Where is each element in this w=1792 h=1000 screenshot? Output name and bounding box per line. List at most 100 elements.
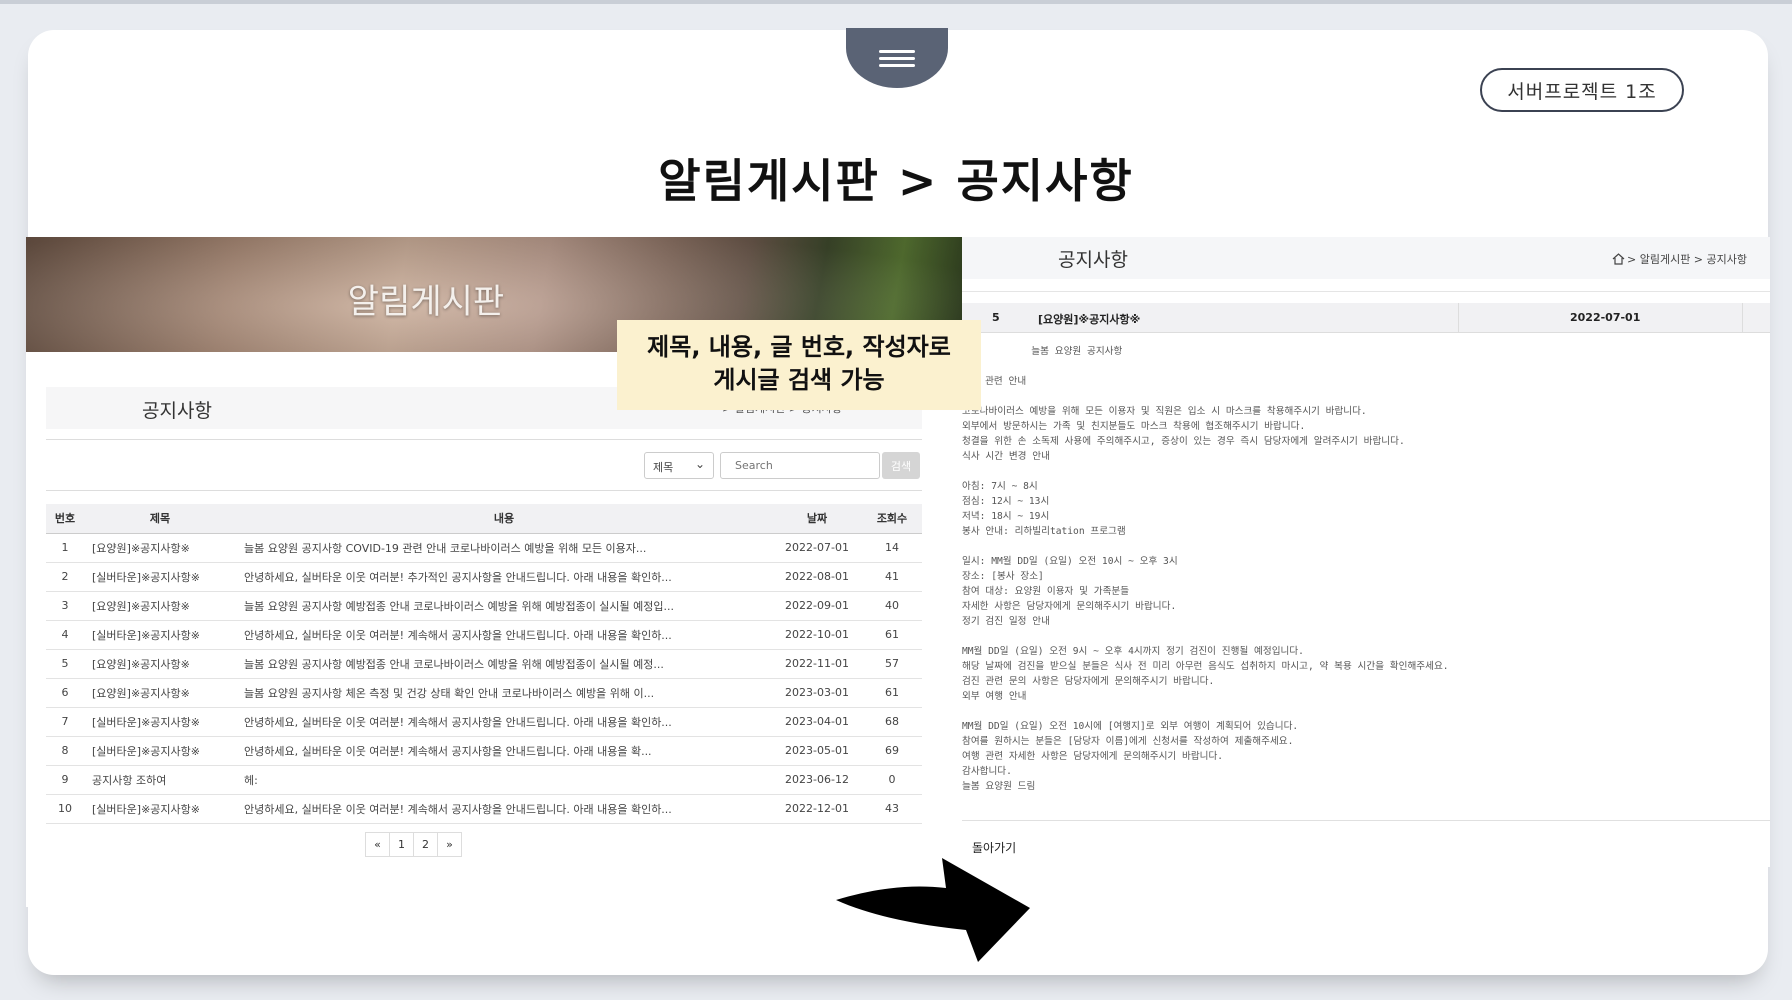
post-number: 5 <box>992 311 1000 324</box>
row-views: 0 <box>862 765 922 795</box>
pagination: « 1 2 » <box>365 832 462 857</box>
row-title[interactable]: [요양원]※공지사항※ <box>84 533 236 563</box>
row-content[interactable]: 늘봄 요양원 공지사항 체온 측정 및 건강 상태 확인 안내 코로나바이러스 … <box>236 678 772 708</box>
table-row[interactable]: 6 [요양원]※공지사항※ 늘봄 요양원 공지사항 체온 측정 및 건강 상태 확인… <box>46 678 922 708</box>
post-body-line: 검진 관련 문의 사항은 담당자에게 문의해주시기 바랍니다. <box>962 676 1215 687</box>
row-content[interactable]: 늘봄 요양원 공지사항 예방접종 안내 코로나바이러스 예방을 위해 예방접종이… <box>236 591 772 621</box>
row-date: 2022-11-01 <box>772 649 862 679</box>
post-body-line <box>962 464 1762 479</box>
row-title[interactable]: [요양원]※공지사항※ <box>84 649 236 679</box>
callout-line-2: 게시글 검색 가능 <box>713 366 885 394</box>
row-views: 40 <box>862 591 922 621</box>
post-body-line <box>962 389 1762 404</box>
table-row[interactable]: 10 [실버타운]※공지사항※ 안녕하세요, 실버타운 이웃 여러분! 계속해서 공… <box>46 794 922 824</box>
arrow-icon <box>836 858 1030 962</box>
row-no: 2 <box>46 562 84 592</box>
post-body-line: 여행 관련 자세한 사항은 담당자에게 문의해주시기 바랍니다. <box>962 751 1224 762</box>
row-views: 57 <box>862 649 922 679</box>
row-content[interactable]: 안녕하세요, 실버타운 이웃 여러분! 추가적인 공지사항을 안내드립니다. 아… <box>236 562 772 592</box>
post-body-line: 정기 검진 일정 안내 <box>962 616 1050 627</box>
table-row[interactable]: 5 [요양원]※공지사항※ 늘봄 요양원 공지사항 예방접종 안내 코로나바이러스 … <box>46 649 922 679</box>
divider <box>962 820 1770 821</box>
post-body-line: 해당 날짜에 검진을 받으실 분들은 식사 전 미리 아무런 음식도 섭취하지 … <box>962 661 1449 672</box>
detail-section-header: 공지사항 > 알림게시판 > 공지사항 <box>962 237 1770 279</box>
post-body-line: 점심: 12시 ~ 13시 <box>962 496 1050 507</box>
post-body-line: 식사 시간 변경 안내 <box>962 451 1050 462</box>
post-header-row: 5 [요양원]※공지사항※ 2022-07-01 <box>962 303 1770 333</box>
row-title[interactable]: [실버타운]※공지사항※ <box>84 620 236 650</box>
table-row[interactable]: 9 공지사항 조하여 헤: 2023-06-12 0 <box>46 765 922 795</box>
row-title[interactable]: [요양원]※공지사항※ <box>84 591 236 621</box>
row-date: 2022-12-01 <box>772 794 862 824</box>
table-row[interactable]: 2 [실버타운]※공지사항※ 안녕하세요, 실버타운 이웃 여러분! 추가적인 공지… <box>46 562 922 592</box>
search-callout: 제목, 내용, 글 번호, 작성자로 게시글 검색 가능 <box>617 320 981 410</box>
post-body-line: 참여 대상: 요양원 이용자 및 가족분들 <box>962 586 1130 597</box>
row-no: 7 <box>46 707 84 737</box>
home-icon[interactable] <box>1612 253 1625 265</box>
search-input[interactable] <box>720 452 880 479</box>
row-content[interactable]: 안녕하세요, 실버타운 이웃 여러분! 계속해서 공지사항을 안내드립니다. 아… <box>236 620 772 650</box>
select-value: 제목 <box>653 461 674 474</box>
row-date: 2023-06-12 <box>772 765 862 795</box>
row-title[interactable]: [요양원]※공지사항※ <box>84 678 236 708</box>
chevron-down-icon: ⌄ <box>694 457 705 471</box>
pagination-page-2[interactable]: 2 <box>413 832 438 857</box>
row-content[interactable]: 늘봄 요양원 공지사항 예방접종 안내 코로나바이러스 예방을 위해 예방접종이… <box>236 649 772 679</box>
row-date: 2023-03-01 <box>772 678 862 708</box>
row-title[interactable]: [실버타운]※공지사항※ <box>84 562 236 592</box>
table-row[interactable]: 7 [실버타운]※공지사항※ 안녕하세요, 실버타운 이웃 여러분! 계속해서 공지… <box>46 707 922 737</box>
row-date: 2023-05-01 <box>772 736 862 766</box>
pagination-next[interactable]: » <box>437 832 462 857</box>
pagination-prev[interactable]: « <box>365 832 390 857</box>
post-body-line: 청결을 위한 손 소독제 사용에 주의해주시고, 증상이 있는 경우 즉시 담당… <box>962 436 1405 447</box>
row-title[interactable]: 공지사항 조하여 <box>84 765 236 795</box>
post-body-line: 참여를 원하시는 분들은 [담당자 이름]에게 신청서를 작성하여 제출해주세요… <box>962 736 1294 747</box>
row-no: 5 <box>46 649 84 679</box>
search-button[interactable]: 검색 <box>882 452 920 479</box>
post-body: 늘봄 요양원 공지사항 -19 관련 안내 코로나바이러스 예방을 위해 모든 … <box>962 344 1762 794</box>
row-content[interactable]: 늘봄 요양원 공지사항 COVID-19 관련 안내 코로나바이러스 예방을 위… <box>236 533 772 563</box>
search-field-select[interactable]: 제목 ⌄ <box>644 452 714 479</box>
slide-title: 알림게시판 > 공지사항 <box>658 154 1134 208</box>
row-views: 43 <box>862 794 922 824</box>
table-row[interactable]: 8 [실버타운]※공지사항※ 안녕하세요, 실버타운 이웃 여러분! 계속해서 공지… <box>46 736 922 766</box>
row-title[interactable]: [실버타운]※공지사항※ <box>84 736 236 766</box>
row-title[interactable]: [실버타운]※공지사항※ <box>84 794 236 824</box>
row-views: 61 <box>862 678 922 708</box>
top-border <box>0 0 1792 4</box>
post-body-line: -19 관련 안내 <box>962 376 1027 387</box>
col-header-views: 조회수 <box>862 504 922 534</box>
row-content[interactable]: 헤: <box>236 765 772 795</box>
col-header-title: 제목 <box>84 504 236 534</box>
table-row[interactable]: 4 [실버타운]※공지사항※ 안녕하세요, 실버타운 이웃 여러분! 계속해서 공지… <box>46 620 922 650</box>
row-title[interactable]: [실버타운]※공지사항※ <box>84 707 236 737</box>
team-badge: 서버프로젝트 1조 <box>1480 68 1684 112</box>
post-body-line <box>962 629 1762 644</box>
row-date: 2022-08-01 <box>772 562 862 592</box>
divider <box>962 291 1770 292</box>
search-bar: 제목 ⌄ 검색 <box>46 451 922 481</box>
row-date: 2022-07-01 <box>772 533 862 563</box>
row-date: 2023-04-01 <box>772 707 862 737</box>
divider <box>46 490 922 491</box>
row-content[interactable]: 안녕하세요, 실버타운 이웃 여러분! 계속해서 공지사항을 안내드립니다. 아… <box>236 707 772 737</box>
table-row[interactable]: 3 [요양원]※공지사항※ 늘봄 요양원 공지사항 예방접종 안내 코로나바이러스 … <box>46 591 922 621</box>
post-body-line: MM월 DD일 (요일) 오전 10시에 [여행지]로 외부 여행이 계획되어 … <box>962 721 1299 732</box>
row-views: 69 <box>862 736 922 766</box>
row-content[interactable]: 안녕하세요, 실버타운 이웃 여러분! 계속해서 공지사항을 안내드립니다. 아… <box>236 736 772 766</box>
post-body-line: 장소: [봉사 장소] <box>962 571 1044 582</box>
row-content[interactable]: 안녕하세요, 실버타운 이웃 여러분! 계속해서 공지사항을 안내드립니다. 아… <box>236 794 772 824</box>
detail-page-screenshot: 공지사항 > 알림게시판 > 공지사항 5 [요양원]※공지사항※ 2022-0… <box>962 237 1770 867</box>
breadcrumb-text: > 알림게시판 > 공지사항 <box>1627 253 1748 266</box>
detail-breadcrumb: > 알림게시판 > 공지사항 <box>1612 251 1747 267</box>
col-header-content: 내용 <box>236 504 772 534</box>
row-views: 61 <box>862 620 922 650</box>
back-button[interactable]: 돌아가기 <box>972 839 1016 856</box>
row-no: 4 <box>46 620 84 650</box>
pagination-page-1[interactable]: 1 <box>389 832 414 857</box>
row-no: 6 <box>46 678 84 708</box>
col-header-date: 날짜 <box>772 504 862 534</box>
row-views: 41 <box>862 562 922 592</box>
table-row[interactable]: 1 [요양원]※공지사항※ 늘봄 요양원 공지사항 COVID-19 관련 안내 코… <box>46 533 922 563</box>
post-body-line <box>962 704 1762 719</box>
